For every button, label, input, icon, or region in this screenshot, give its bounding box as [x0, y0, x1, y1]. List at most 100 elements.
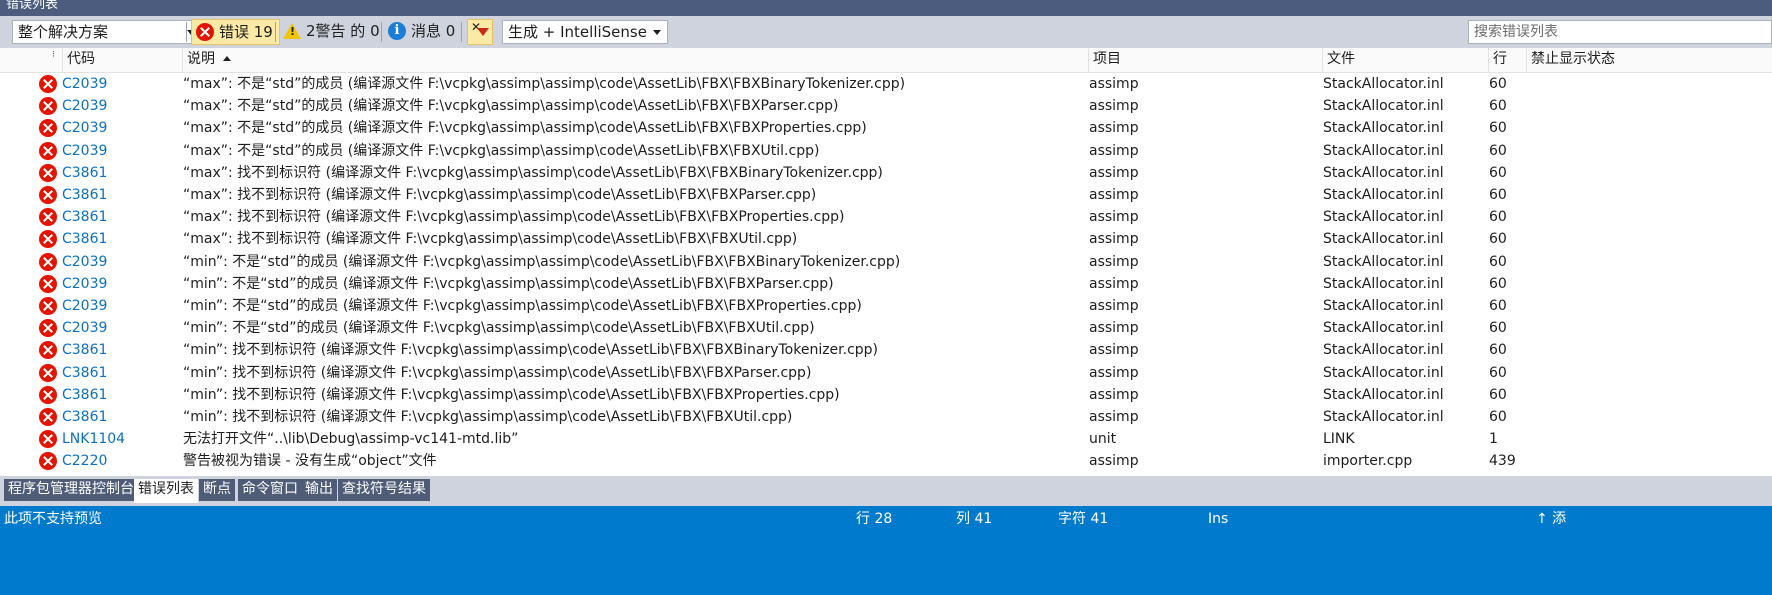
toolbar-separator — [275, 22, 276, 42]
table-row[interactable]: C3861 “max”: 找不到标识符 (编译源文件 F:\vcpkg\assim… — [0, 206, 1772, 228]
error-code[interactable]: C3861 — [62, 184, 180, 206]
error-code[interactable]: C3861 — [62, 406, 180, 428]
table-row[interactable]: C3861 “min”: 找不到标识符 (编译源文件 F:\vcpkg\assim… — [0, 384, 1772, 406]
error-file: importer.cpp — [1323, 453, 1413, 470]
error-icon — [39, 452, 57, 471]
error-file: StackAllocator.inl — [1323, 364, 1444, 381]
tab-command-window[interactable]: 命令窗口 — [238, 479, 302, 501]
toolbar-separator — [186, 22, 187, 42]
error-file: StackAllocator.inl — [1323, 187, 1444, 203]
error-description: “max”: 找不到标识符 (编译源文件 F:\vcpkg\assimp\ass… — [183, 164, 883, 181]
error-file: StackAllocator.inl — [1323, 120, 1444, 137]
error-description: “max”: 找不到标识符 (编译源文件 F:\vcpkg\assimp\ass… — [183, 187, 817, 203]
error-file: StackAllocator.inl — [1323, 231, 1444, 248]
table-row[interactable]: C2039 “min”: 不是“std”的成员 (编译源文件 F:\vcpkg\a… — [0, 273, 1772, 295]
column-header-project[interactable]: 项目 — [1088, 48, 1322, 73]
error-project: assimp — [1089, 231, 1139, 248]
error-code[interactable]: C2039 — [62, 95, 180, 117]
error-line: 60 — [1489, 142, 1507, 159]
error-code[interactable]: C3861 — [62, 362, 180, 384]
errors-filter-label: 错误 19 — [219, 23, 273, 41]
error-line: 439 — [1489, 453, 1516, 470]
error-project: assimp — [1089, 386, 1139, 403]
errors-filter-button[interactable]: 错误 19 — [191, 19, 280, 45]
messages-filter-button[interactable]: i 消息 0 — [384, 19, 461, 45]
search-error-list-input[interactable]: 搜索错误列表 — [1468, 20, 1772, 44]
error-code[interactable]: C2039 — [62, 251, 180, 273]
table-row[interactable]: C2039 “max”: 不是“std”的成员 (编译源文件 F:\vcpkg\a… — [0, 73, 1772, 95]
error-description: 警告被视为错误 - 没有生成“object”文件 — [183, 453, 437, 470]
error-project: assimp — [1089, 253, 1139, 270]
error-code[interactable]: C2039 — [62, 117, 180, 139]
table-row[interactable]: C2039 “min”: 不是“std”的成员 (编译源文件 F:\vcpkg\a… — [0, 251, 1772, 273]
table-row[interactable]: C3861 “max”: 找不到标识符 (编译源文件 F:\vcpkg\assim… — [0, 162, 1772, 184]
column-header-suppression-state[interactable]: 禁止显示状态 — [1526, 48, 1772, 73]
error-line: 1 — [1489, 431, 1498, 448]
tab-output[interactable]: 输出 — [301, 479, 337, 501]
error-list-toolbar: 整个解决方案 错误 19 ! 2警告 的 0 i 消息 0 ✕ 生成 + Int… — [0, 16, 1772, 48]
column-options-icon[interactable]: ⁝ — [52, 50, 55, 60]
error-code[interactable]: C2039 — [62, 273, 180, 295]
table-row[interactable]: C2039 “min”: 不是“std”的成员 (编译源文件 F:\vcpkg\a… — [0, 317, 1772, 339]
tab-breakpoints[interactable]: 断点 — [199, 479, 235, 501]
status-publish[interactable]: ↑ 添 — [1536, 511, 1566, 527]
table-row[interactable]: C2039 “max”: 不是“std”的成员 (编译源文件 F:\vcpkg\a… — [0, 117, 1772, 139]
error-icon — [39, 208, 57, 227]
tab-find-symbol-results[interactable]: 查找符号结果 — [338, 479, 430, 501]
error-code[interactable]: C3861 — [62, 162, 180, 184]
table-row[interactable]: C2220 警告被视为错误 - 没有生成“object”文件 assimp impor… — [0, 450, 1772, 472]
error-code[interactable]: C3861 — [62, 228, 180, 250]
error-file: StackAllocator.inl — [1323, 298, 1444, 314]
error-description: “min”: 找不到标识符 (编译源文件 F:\vcpkg\assimp\ass… — [183, 342, 879, 359]
scope-dropdown[interactable]: 整个解决方案 — [12, 20, 202, 44]
column-header-file[interactable]: 文件 — [1322, 48, 1488, 73]
tab-package-manager-console[interactable]: 程序包管理器控制台 — [4, 479, 138, 501]
error-code[interactable]: C2039 — [62, 317, 180, 339]
error-line: 60 — [1489, 342, 1507, 359]
table-row[interactable]: C3861 “min”: 找不到标识符 (编译源文件 F:\vcpkg\assim… — [0, 362, 1772, 384]
error-code[interactable]: C2039 — [62, 73, 180, 95]
error-project: assimp — [1089, 453, 1139, 470]
error-file: StackAllocator.inl — [1323, 409, 1444, 425]
error-description: “min”: 不是“std”的成员 (编译源文件 F:\vcpkg\assimp… — [183, 253, 901, 270]
error-description: “max”: 找不到标识符 (编译源文件 F:\vcpkg\assimp\ass… — [183, 209, 845, 226]
error-description: “max”: 不是“std”的成员 (编译源文件 F:\vcpkg\assimp… — [183, 76, 906, 92]
error-code[interactable]: C2039 — [62, 140, 180, 162]
table-row[interactable]: C2039 “max”: 不是“std”的成员 (编译源文件 F:\vcpkg\a… — [0, 95, 1772, 117]
error-code[interactable]: LNK1104 — [62, 428, 180, 450]
error-code[interactable]: C2039 — [62, 295, 180, 317]
table-row[interactable]: LNK1104 无法打开文件“..\lib\Debug\assimp-vc141-… — [0, 428, 1772, 450]
error-code[interactable]: C3861 — [62, 384, 180, 406]
sort-ascending-icon — [223, 56, 231, 61]
column-header-code[interactable]: 代码 — [62, 48, 182, 73]
table-row[interactable]: C3861 “max”: 找不到标识符 (编译源文件 F:\vcpkg\assim… — [0, 228, 1772, 250]
error-code[interactable]: C2220 — [62, 450, 180, 472]
warning-icon: ! — [283, 23, 301, 39]
error-project: assimp — [1089, 298, 1139, 314]
table-row[interactable]: C2039 “max”: 不是“std”的成员 (编译源文件 F:\vcpkg\a… — [0, 140, 1772, 162]
table-row[interactable]: C3861 “min”: 找不到标识符 (编译源文件 F:\vcpkg\assim… — [0, 406, 1772, 428]
filter-toggle-button[interactable]: ✕ — [467, 19, 493, 45]
error-file: StackAllocator.inl — [1323, 386, 1444, 403]
error-file: StackAllocator.inl — [1323, 164, 1444, 181]
error-file: StackAllocator.inl — [1323, 320, 1444, 337]
error-description: “max”: 不是“std”的成员 (编译源文件 F:\vcpkg\assimp… — [183, 120, 867, 137]
error-file: StackAllocator.inl — [1323, 275, 1444, 292]
table-row[interactable]: C3861 “min”: 找不到标识符 (编译源文件 F:\vcpkg\assim… — [0, 339, 1772, 361]
error-code[interactable]: C3861 — [62, 206, 180, 228]
error-project: assimp — [1089, 142, 1139, 159]
table-row[interactable]: C2039 “min”: 不是“std”的成员 (编译源文件 F:\vcpkg\a… — [0, 295, 1772, 317]
table-row[interactable]: C3861 “max”: 找不到标识符 (编译源文件 F:\vcpkg\assim… — [0, 184, 1772, 206]
error-project: unit — [1089, 431, 1117, 448]
error-line: 60 — [1489, 386, 1507, 403]
error-list-grid: ⁝ 代码 说明 项目 文件 行 禁止显示状态 C2039 “max”: 不是“st… — [0, 48, 1772, 476]
tab-error-list[interactable]: 错误列表 — [134, 479, 198, 503]
build-filter-chevron-down-icon — [653, 30, 661, 35]
warnings-filter-button[interactable]: ! 2警告 的 0 — [279, 19, 386, 45]
build-filter-dropdown[interactable]: 生成 + IntelliSense — [502, 20, 668, 44]
column-header-line[interactable]: 行 — [1488, 48, 1526, 73]
column-header-description[interactable]: 说明 — [182, 48, 1088, 73]
error-code[interactable]: C3861 — [62, 339, 180, 361]
messages-filter-label: 消息 0 — [411, 22, 456, 40]
error-description: “min”: 找不到标识符 (编译源文件 F:\vcpkg\assimp\ass… — [183, 364, 812, 381]
